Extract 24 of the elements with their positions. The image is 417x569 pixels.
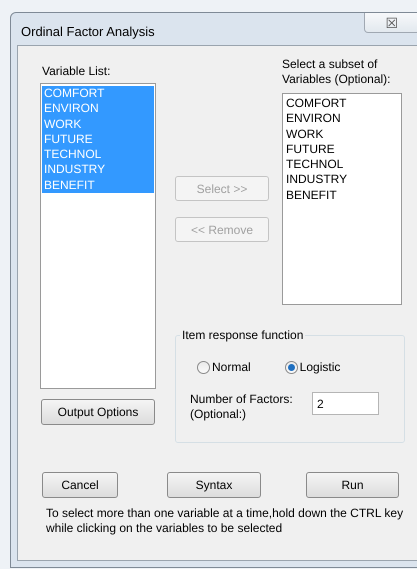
list-item[interactable]: BENEFIT [284, 188, 400, 204]
radio-label: Normal [212, 359, 251, 376]
list-item[interactable]: INDUSTRY [284, 172, 400, 188]
list-item[interactable]: COMFORT [284, 96, 400, 112]
factors-label: Number of Factors: (Optional:) [190, 392, 294, 422]
radio-button[interactable] [197, 360, 210, 374]
radio-label: Logistic [300, 359, 340, 376]
window-title: Ordinal Factor Analysis [21, 23, 155, 41]
dialog-button[interactable]: Cancel [42, 472, 118, 498]
output-options-button[interactable]: Output Options [41, 399, 155, 425]
close-button[interactable]: ☒ [364, 13, 417, 33]
radio-button[interactable] [284, 360, 298, 374]
list-item[interactable]: FUTURE [284, 142, 400, 158]
subset-list-label: Select a subset of Variables (Optional): [282, 57, 392, 87]
dialog-button[interactable]: Run [306, 472, 399, 498]
list-item[interactable]: ENVIRON [284, 111, 400, 127]
list-item[interactable]: WORK [284, 126, 400, 142]
dialog-button[interactable]: Syntax [167, 472, 261, 498]
list-box[interactable]: COMFORT ENVIRON WORK FUTURE TECHNOL INDUSTRY BENEFIT [282, 93, 402, 305]
list-item[interactable]: TECHNOL [284, 157, 400, 172]
factors-input[interactable]: 2 [312, 392, 379, 415]
variable-list-label: Variable List: [42, 64, 112, 79]
help-text: To select more than one variable at a time,hold down the CTRL key while clicking on the variables to be selected [46, 506, 404, 536]
group-title: Item response function [180, 328, 306, 342]
